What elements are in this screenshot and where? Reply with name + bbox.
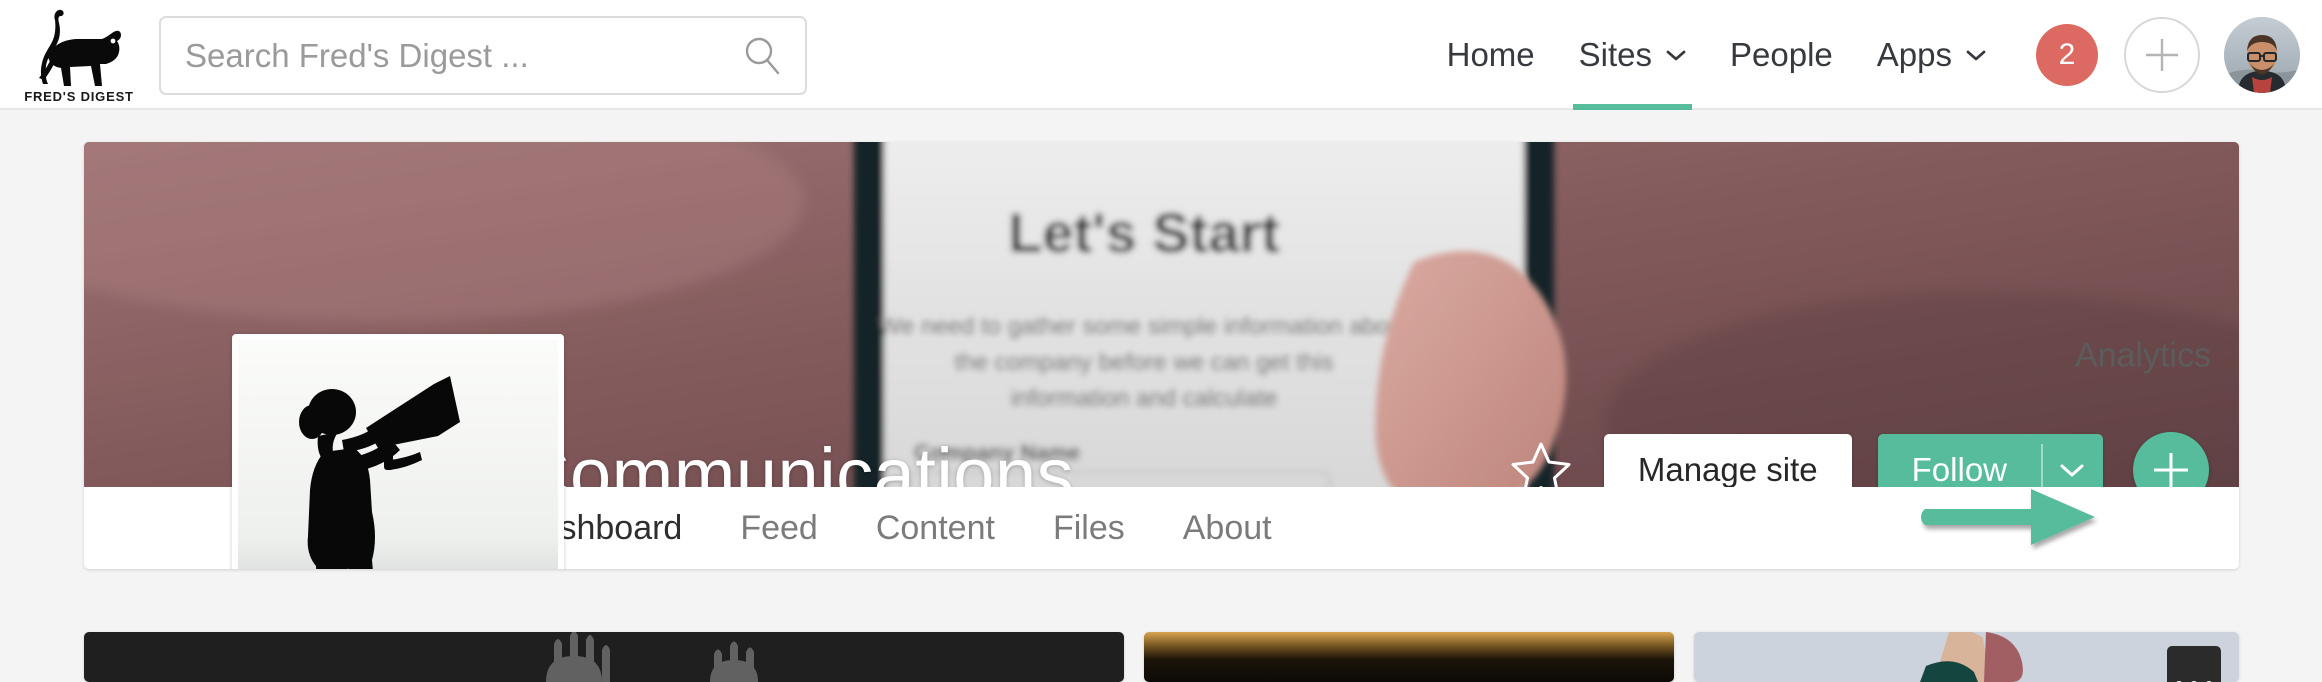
chevron-down-icon: [1666, 50, 1686, 61]
chevron-down-icon: [1966, 50, 1986, 61]
primary-navigation: Home Sites People Apps 2: [1425, 0, 2322, 110]
content-cards-row: [84, 632, 2239, 682]
tab-content[interactable]: Content: [876, 509, 995, 548]
card-image-person-scarf: [1694, 632, 2239, 682]
cat-silhouette-icon: FRED'S DIGEST: [24, 9, 134, 104]
follow-button-group: Follow: [1877, 434, 2103, 487]
search-icon[interactable]: [741, 34, 785, 78]
tab-label-feed: Feed: [740, 508, 818, 547]
tab-label-files: Files: [1052, 508, 1125, 547]
nav-label-home: Home: [1446, 36, 1535, 73]
green-arrow-right-icon: [1921, 489, 2095, 545]
notification-badge[interactable]: 2: [2036, 24, 2098, 86]
site-action-buttons: Manage site Follow: [1510, 432, 2209, 487]
brand-logo[interactable]: FRED'S DIGEST: [24, 4, 134, 106]
create-button[interactable]: [2124, 17, 2200, 93]
manage-site-button[interactable]: Manage site: [1603, 434, 1852, 487]
tab-label-about: About: [1182, 508, 1272, 547]
top-navigation-bar: FRED'S DIGEST Search Fred's Digest ... H…: [0, 0, 2322, 110]
card-overflow-menu-button[interactable]: [2167, 646, 2221, 682]
tab-about[interactable]: About: [1183, 509, 1272, 548]
site-title: Communications: [516, 433, 1075, 487]
content-card[interactable]: [1694, 632, 2239, 682]
chevron-down-icon: [2060, 464, 2084, 477]
tab-feed[interactable]: Feed: [740, 509, 818, 548]
nav-item-people[interactable]: People: [1708, 0, 1855, 110]
follow-button[interactable]: Follow: [1877, 434, 2041, 487]
follow-dropdown-button[interactable]: [2041, 434, 2103, 487]
plus-icon: [2146, 39, 2178, 71]
svg-text:FRED'S DIGEST: FRED'S DIGEST: [24, 89, 134, 104]
content-card[interactable]: [1144, 632, 1674, 682]
nav-item-sites[interactable]: Sites: [1557, 0, 1708, 110]
nav-label-sites: Sites: [1578, 36, 1653, 73]
nav-item-apps[interactable]: Apps: [1855, 0, 2008, 110]
tab-files[interactable]: Files: [1053, 509, 1125, 548]
avatar-photo: [2224, 17, 2300, 93]
nav-label-people: People: [1730, 36, 1833, 73]
search-placeholder: Search Fred's Digest ...: [185, 36, 529, 74]
site-header-card: Let's Start We need to gather some simpl…: [84, 142, 2239, 569]
tab-label-content: Content: [875, 508, 995, 547]
analytics-link[interactable]: Analytics: [2075, 336, 2211, 375]
content-card[interactable]: [84, 632, 1124, 682]
notification-count: 2: [2058, 38, 2076, 71]
nav-label-apps: Apps: [1876, 36, 1952, 73]
card-image-hands: [84, 632, 1124, 682]
card-image-wood-edge: [1144, 632, 1674, 682]
user-avatar[interactable]: [2224, 17, 2300, 93]
favorite-star-icon[interactable]: [1510, 439, 1572, 487]
manage-site-label: Manage site: [1637, 451, 1818, 487]
megaphone-silhouette-image: [238, 340, 558, 569]
site-avatar[interactable]: [232, 334, 564, 569]
search-input[interactable]: Search Fred's Digest ...: [159, 16, 807, 95]
plus-icon: [2154, 453, 2188, 487]
add-content-button[interactable]: [2133, 432, 2209, 487]
nav-item-home[interactable]: Home: [1425, 0, 1557, 110]
